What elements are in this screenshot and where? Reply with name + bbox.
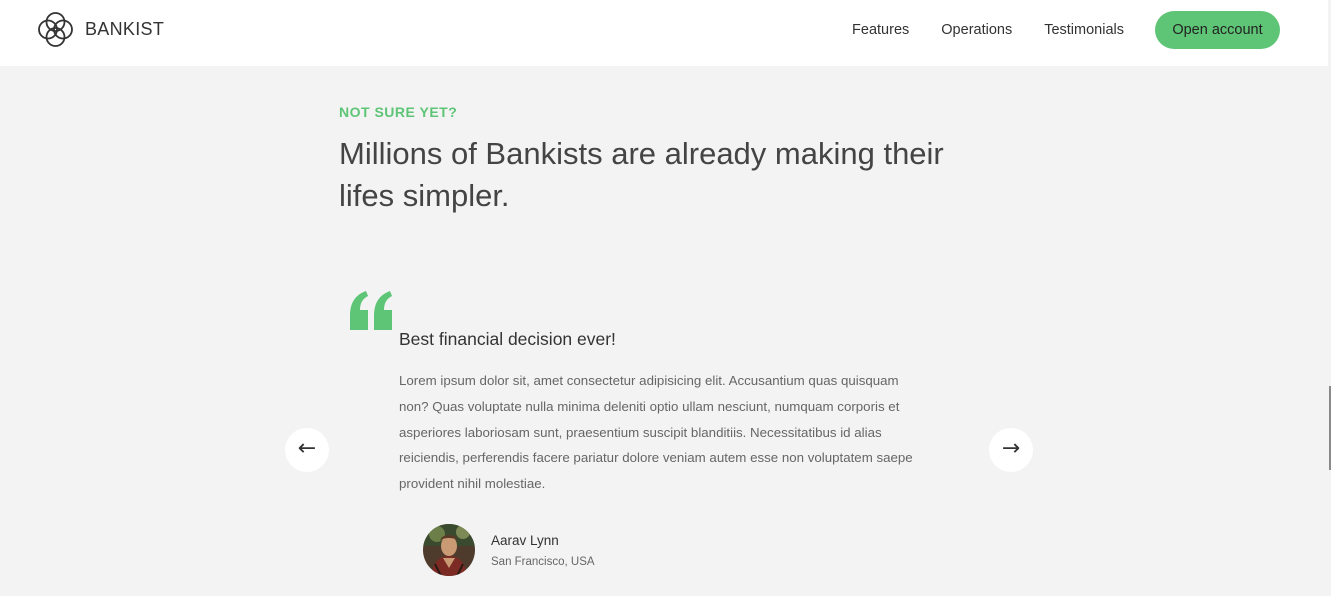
- open-account-button[interactable]: Open account: [1155, 11, 1280, 49]
- section-title: Millions of Bankists are already making …: [339, 136, 944, 213]
- nav-links: Features Operations Testimonials Open ac…: [852, 11, 1280, 49]
- author-meta: Aarav Lynn San Francisco, USA: [491, 533, 595, 568]
- author-location: San Francisco, USA: [491, 555, 595, 568]
- testimonial-author: Aarav Lynn San Francisco, USA: [423, 524, 595, 576]
- bankist-logo-icon: [38, 12, 73, 47]
- testimonial-text: Lorem ipsum dolor sit, amet consectetur …: [399, 373, 913, 492]
- arrow-left-icon: ←: [297, 436, 317, 461]
- brand-logo[interactable]: BANKIST: [37, 11, 164, 48]
- slider-left-button[interactable]: ←: [285, 428, 329, 472]
- top-navigation: BANKIST Features Operations Testimonials…: [0, 0, 1328, 66]
- nav-link-operations[interactable]: Operations: [941, 22, 1012, 38]
- nav-link-features[interactable]: Features: [852, 22, 909, 38]
- nav-link-testimonials[interactable]: Testimonials: [1044, 22, 1124, 38]
- author-name: Aarav Lynn: [491, 532, 559, 548]
- avatar: [423, 524, 475, 576]
- slider-right-button[interactable]: →: [989, 428, 1033, 472]
- arrow-right-icon: →: [1001, 436, 1021, 461]
- quote-icon: [348, 290, 394, 335]
- testimonial-header: Best financial decision ever!: [399, 329, 616, 349]
- section-description: NOT SURE YET?: [339, 104, 458, 120]
- brand-name: BANKIST: [85, 19, 165, 39]
